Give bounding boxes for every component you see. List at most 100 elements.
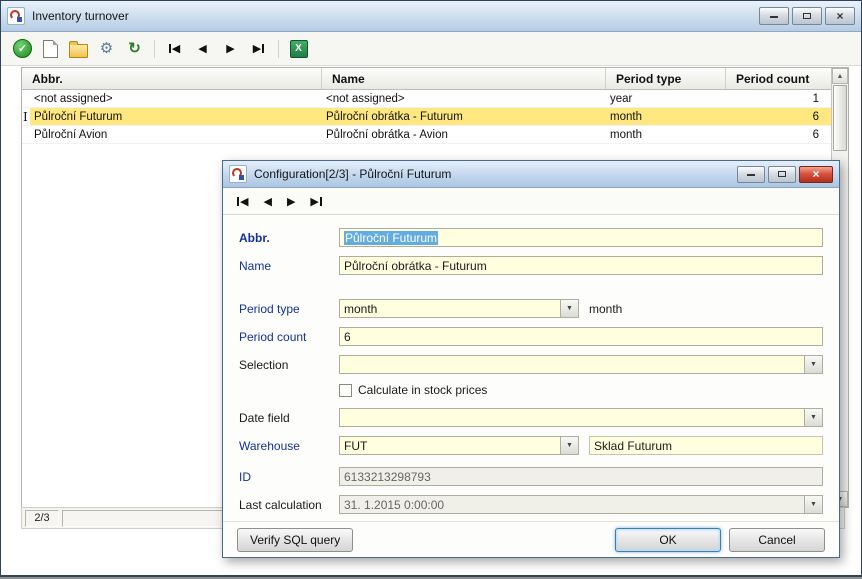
configuration-dialog: Configuration[2/3] - Půlroční Futurum × … xyxy=(222,160,840,558)
abbr-label: Abbr. xyxy=(239,230,270,245)
period-type-combobox[interactable]: month ▼ xyxy=(339,299,579,318)
nav-next-icon: ▶ xyxy=(226,43,235,55)
scrollbar-thumb[interactable] xyxy=(833,85,847,151)
toolbar-separator xyxy=(278,39,279,58)
row-selector xyxy=(22,90,30,107)
chevron-down-icon: ▼ xyxy=(810,501,817,508)
dialog-minimize-button[interactable] xyxy=(737,165,765,183)
scroll-up-button[interactable]: ▲ xyxy=(832,68,848,84)
name-field[interactable]: Půlroční obrátka - Futurum xyxy=(339,256,823,275)
cell-period-count: 6 xyxy=(726,108,831,125)
table-row[interactable]: <not assigned> <not assigned> year 1 xyxy=(22,90,831,108)
close-button[interactable]: × xyxy=(825,7,855,25)
refresh-icon: ↻ xyxy=(128,40,141,57)
warehouse-dropdown-button[interactable]: ▼ xyxy=(560,437,578,454)
warehouse-label: Warehouse xyxy=(239,438,300,453)
nav-last-icon: ▶ xyxy=(253,42,265,55)
period-type-label: Period type xyxy=(239,301,300,316)
new-document-icon xyxy=(43,39,58,58)
grid-header: Abbr. Name Period type Period count xyxy=(22,68,831,90)
field-row-stock-prices: Calculate in stock prices xyxy=(239,383,823,397)
cell-period-type: month xyxy=(606,108,726,125)
minimize-icon xyxy=(747,171,755,176)
excel-export-button[interactable]: X xyxy=(287,37,310,60)
verify-sql-query-button[interactable]: Verify SQL query xyxy=(237,527,354,552)
field-row-period-type: Period type month ▼ month xyxy=(239,299,823,318)
period-type-value: month xyxy=(344,301,378,316)
new-record-button[interactable] xyxy=(39,37,62,60)
nav-prev-button[interactable]: ◀ xyxy=(191,37,214,60)
cell-period-type: year xyxy=(610,92,633,105)
cell-name: <not assigned> xyxy=(326,92,405,105)
chevron-down-icon: ▼ xyxy=(810,361,817,368)
nav-last-button[interactable]: ▶ xyxy=(247,37,270,60)
dialog-maximize-button[interactable] xyxy=(768,165,796,183)
column-header-period-type[interactable]: Period type xyxy=(606,68,726,89)
dialog-close-button[interactable]: × xyxy=(799,165,833,183)
dialog-title: Configuration[2/3] - Půlroční Futurum xyxy=(254,167,452,181)
minimize-button[interactable] xyxy=(759,7,789,25)
last-calculation-label: Last calculation xyxy=(239,497,322,512)
last-calculation-dropdown-button[interactable]: ▼ xyxy=(804,496,822,513)
table-row-selected[interactable]: I Půlroční Futurum Půlroční obrátka - Fu… xyxy=(22,108,831,126)
selection-combobox[interactable]: ▼ xyxy=(339,355,823,374)
main-window-title: Inventory turnover xyxy=(32,9,129,23)
period-count-label: Period count xyxy=(239,329,307,344)
cancel-button[interactable]: Cancel xyxy=(729,527,825,552)
table-row[interactable]: Půlroční Avion Půlroční obrátka - Avion … xyxy=(22,126,831,144)
main-titlebar[interactable]: Inventory turnover × xyxy=(1,1,861,32)
last-calculation-field: 31. 1.2015 0:00:00 ▼ xyxy=(339,495,823,514)
stock-prices-checkbox[interactable] xyxy=(339,383,352,397)
period-type-suffix: month xyxy=(589,301,623,316)
open-button[interactable] xyxy=(67,37,90,60)
maximize-button[interactable] xyxy=(792,7,822,25)
field-row-abbr: Abbr. Půlroční Futurum xyxy=(239,228,823,247)
cell-name: Půlroční obrátka - Futurum xyxy=(322,108,606,125)
toolbar-separator xyxy=(154,39,155,58)
date-field-dropdown-button[interactable]: ▼ xyxy=(804,409,822,426)
main-toolbar: ✓ ⚙ ↻ ◀ ◀ ▶ ▶ X xyxy=(1,32,861,66)
settings-button[interactable]: ⚙ xyxy=(95,37,118,60)
gear-icon: ⚙ xyxy=(99,40,114,57)
period-type-dropdown-button[interactable]: ▼ xyxy=(560,300,578,317)
last-calculation-value: 31. 1.2015 0:00:00 xyxy=(344,497,445,512)
field-row-last-calculation: Last calculation 31. 1.2015 0:00:00 ▼ xyxy=(239,495,823,514)
date-field-label: Date field xyxy=(239,410,290,425)
chevron-down-icon: ▼ xyxy=(566,442,573,449)
dialog-nav-toolbar: ◀ ◀ ▶ ▶ xyxy=(223,188,839,215)
cell-name: Půlroční obrátka - Avion xyxy=(326,128,448,141)
field-row-selection: Selection ▼ xyxy=(239,355,823,374)
column-header-abbr[interactable]: Abbr. xyxy=(22,68,322,89)
cell-abbr: Půlroční Futurum xyxy=(30,108,322,125)
abbr-field[interactable]: Půlroční Futurum xyxy=(339,228,823,247)
nav-last-button[interactable]: ▶ xyxy=(310,195,322,208)
dialog-form: Abbr. Půlroční Futurum Name Půlroční obr… xyxy=(223,214,839,521)
stock-prices-label: Calculate in stock prices xyxy=(358,383,488,397)
nav-next-button[interactable]: ▶ xyxy=(219,37,242,60)
period-count-value: 6 xyxy=(344,329,351,344)
selection-dropdown-button[interactable]: ▼ xyxy=(804,356,822,373)
selection-label: Selection xyxy=(239,357,289,372)
nav-prev-icon: ◀ xyxy=(198,43,207,55)
warehouse-value: FUT xyxy=(344,438,368,453)
scroll-up-icon: ▲ xyxy=(836,72,844,80)
dialog-titlebar[interactable]: Configuration[2/3] - Půlroční Futurum × xyxy=(223,161,839,188)
nav-next-button[interactable]: ▶ xyxy=(287,195,295,208)
date-field-combobox[interactable]: ▼ xyxy=(339,408,823,427)
id-value: 6133213298793 xyxy=(344,469,431,484)
nav-prev-button[interactable]: ◀ xyxy=(263,195,271,208)
period-count-field[interactable]: 6 xyxy=(339,327,823,346)
chevron-down-icon: ▼ xyxy=(810,414,817,421)
ok-button[interactable]: OK xyxy=(615,527,721,552)
maximize-icon xyxy=(778,171,786,177)
close-icon: × xyxy=(812,166,820,181)
column-header-name[interactable]: Name xyxy=(322,68,606,89)
id-field: 6133213298793 xyxy=(339,467,823,486)
confirm-button[interactable]: ✓ xyxy=(11,37,34,60)
warehouse-combobox[interactable]: FUT ▼ xyxy=(339,436,579,455)
nav-first-button[interactable]: ◀ xyxy=(237,195,248,208)
refresh-button[interactable]: ↻ xyxy=(123,37,146,60)
maximize-icon xyxy=(803,13,811,19)
column-header-period-count[interactable]: Period count xyxy=(726,68,831,89)
nav-first-button[interactable]: ◀ xyxy=(163,37,186,60)
